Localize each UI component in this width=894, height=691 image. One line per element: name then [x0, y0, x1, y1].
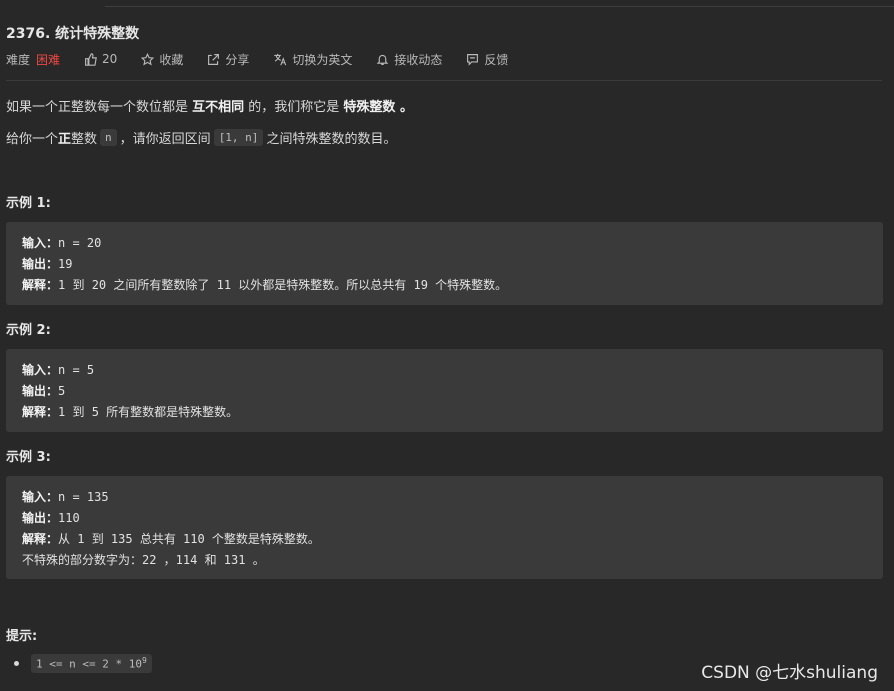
feedback-button[interactable]: 反馈 [466, 51, 508, 68]
desc2-c: 整数 [71, 132, 98, 147]
output-label: 输出： [22, 257, 59, 271]
switch-language-label: 切换为英文 [292, 52, 353, 67]
thumbs-up-icon [85, 52, 97, 66]
constraint-exponent: 9 [141, 656, 147, 665]
problem-title: 2376. 统计特殊整数 [6, 26, 140, 42]
example-3-output-line: 输出：110 [22, 508, 867, 529]
example-1-block: 输入：n = 20 输出：19 解释：1 到 20 之间所有整数除了 11 以外… [6, 222, 883, 305]
share-icon [208, 53, 220, 65]
desc1-d: 特殊整数 [343, 100, 396, 115]
desc1-a: 如果一个正整数每一个数位都是 [6, 100, 193, 115]
top-border [105, 0, 894, 7]
input-label: 输入： [22, 236, 59, 250]
bell-icon [377, 54, 389, 65]
example-1-output: 19 [58, 257, 73, 271]
example-2-explain-line: 解释：1 到 5 所有整数都是特殊整数。 [22, 402, 867, 423]
desc1-b: 互不相同 [192, 100, 245, 115]
output-label: 输出： [22, 384, 59, 398]
hints-heading: 提示: [6, 629, 38, 644]
translate-icon [274, 53, 287, 65]
example-3-output: 110 [58, 511, 80, 525]
output-label: 输出： [22, 511, 59, 525]
example-1-explain-line: 解释：1 到 20 之间所有整数除了 11 以外都是特殊整数。所以总共有 19 … [22, 275, 867, 296]
constraint-base: 1 <= n <= 2 * 10 [36, 657, 142, 671]
problem-meta-bar: 难度 困难 20 收藏 分享 切换为英文 接收动态 反馈 [6, 50, 532, 68]
example-2-heading: 示例 2: [6, 323, 51, 338]
like-button[interactable]: 20 [84, 52, 117, 66]
bullet-dot [14, 660, 19, 666]
example-1-input-line: 输入：n = 20 [22, 233, 867, 254]
example-1-input: n = 20 [58, 236, 102, 250]
difficulty-badge: 困难 [36, 52, 61, 67]
share-button[interactable]: 分享 [207, 51, 249, 68]
input-label: 输入： [22, 490, 59, 504]
example-2-input: n = 5 [58, 363, 95, 377]
desc2-e: 之间特殊整数的数目。 [266, 132, 397, 147]
example-2-output: 5 [58, 384, 66, 398]
desc2-b: 正 [58, 132, 72, 147]
example-1-output-line: 输出：19 [22, 254, 867, 275]
example-3-input-line: 输入：n = 135 [22, 487, 867, 508]
switch-language-button[interactable]: 切换为英文 [273, 51, 352, 68]
feedback-label: 反馈 [484, 52, 509, 67]
example-2-output-line: 输出：5 [22, 381, 867, 402]
example-3-block: 输入：n = 135 输出：110 解释：从 1 到 135 总共有 110 个… [6, 476, 883, 579]
desc1-c: 的，我们称它是 [244, 100, 344, 115]
inline-code-range: [1, n] [213, 129, 264, 146]
example-3-explain-line: 解释：从 1 到 135 总共有 110 个整数是特殊整数。 [22, 529, 867, 550]
example-3-heading: 示例 3: [6, 450, 51, 465]
feedback-icon [467, 53, 479, 66]
example-2-explain: 1 到 5 所有整数都是特殊整数。 [58, 405, 239, 419]
subscribe-button[interactable]: 接收动态 [376, 51, 442, 68]
description-paragraph-1: 如果一个正整数每一个数位都是 互不相同 的，我们称它是 特殊整数 。 [6, 96, 413, 115]
example-3-input: n = 135 [58, 490, 109, 504]
difficulty-label: 难度 [6, 52, 31, 67]
constraint-item: 1 <= n <= 2 * 109 [14, 654, 152, 673]
example-1-heading: 示例 1: [6, 196, 51, 211]
favorite-button[interactable]: 收藏 [141, 51, 183, 68]
desc2-d: ，请你返回区间 [119, 132, 211, 147]
example-2-block: 输入：n = 5 输出：5 解释：1 到 5 所有整数都是特殊整数。 [6, 349, 883, 432]
desc2-a: 给你一个 [6, 132, 59, 147]
like-count: 20 [102, 52, 118, 66]
header-divider [6, 80, 882, 81]
explain-label: 解释： [22, 278, 59, 292]
constraint-code: 1 <= n <= 2 * 109 [31, 654, 152, 673]
explain-label: 解释： [22, 405, 59, 419]
input-label: 输入： [22, 363, 59, 377]
inline-code-n: n [100, 129, 117, 146]
description-paragraph-2: 给你一个 正 整数 n ，请你返回区间 [1, n] 之间特殊整数的数目。 [6, 128, 396, 147]
example-3-extra-line: 不特殊的部分数字为：22 ，114 和 131 。 [22, 553, 265, 567]
star-icon [141, 52, 155, 66]
explain-label: 解释： [22, 532, 59, 546]
example-2-input-line: 输入：n = 5 [22, 360, 867, 381]
subscribe-label: 接收动态 [394, 52, 443, 67]
example-3-explain: 从 1 到 135 总共有 110 个整数是特殊整数。 [58, 532, 320, 546]
favorite-label: 收藏 [159, 52, 184, 67]
share-label: 分享 [225, 52, 250, 67]
desc1-e: 。 [395, 100, 413, 115]
example-1-explain: 1 到 20 之间所有整数除了 11 以外都是特殊整数。所以总共有 19 个特殊… [58, 278, 508, 292]
watermark: CSDN @七水shuliang [701, 663, 878, 683]
